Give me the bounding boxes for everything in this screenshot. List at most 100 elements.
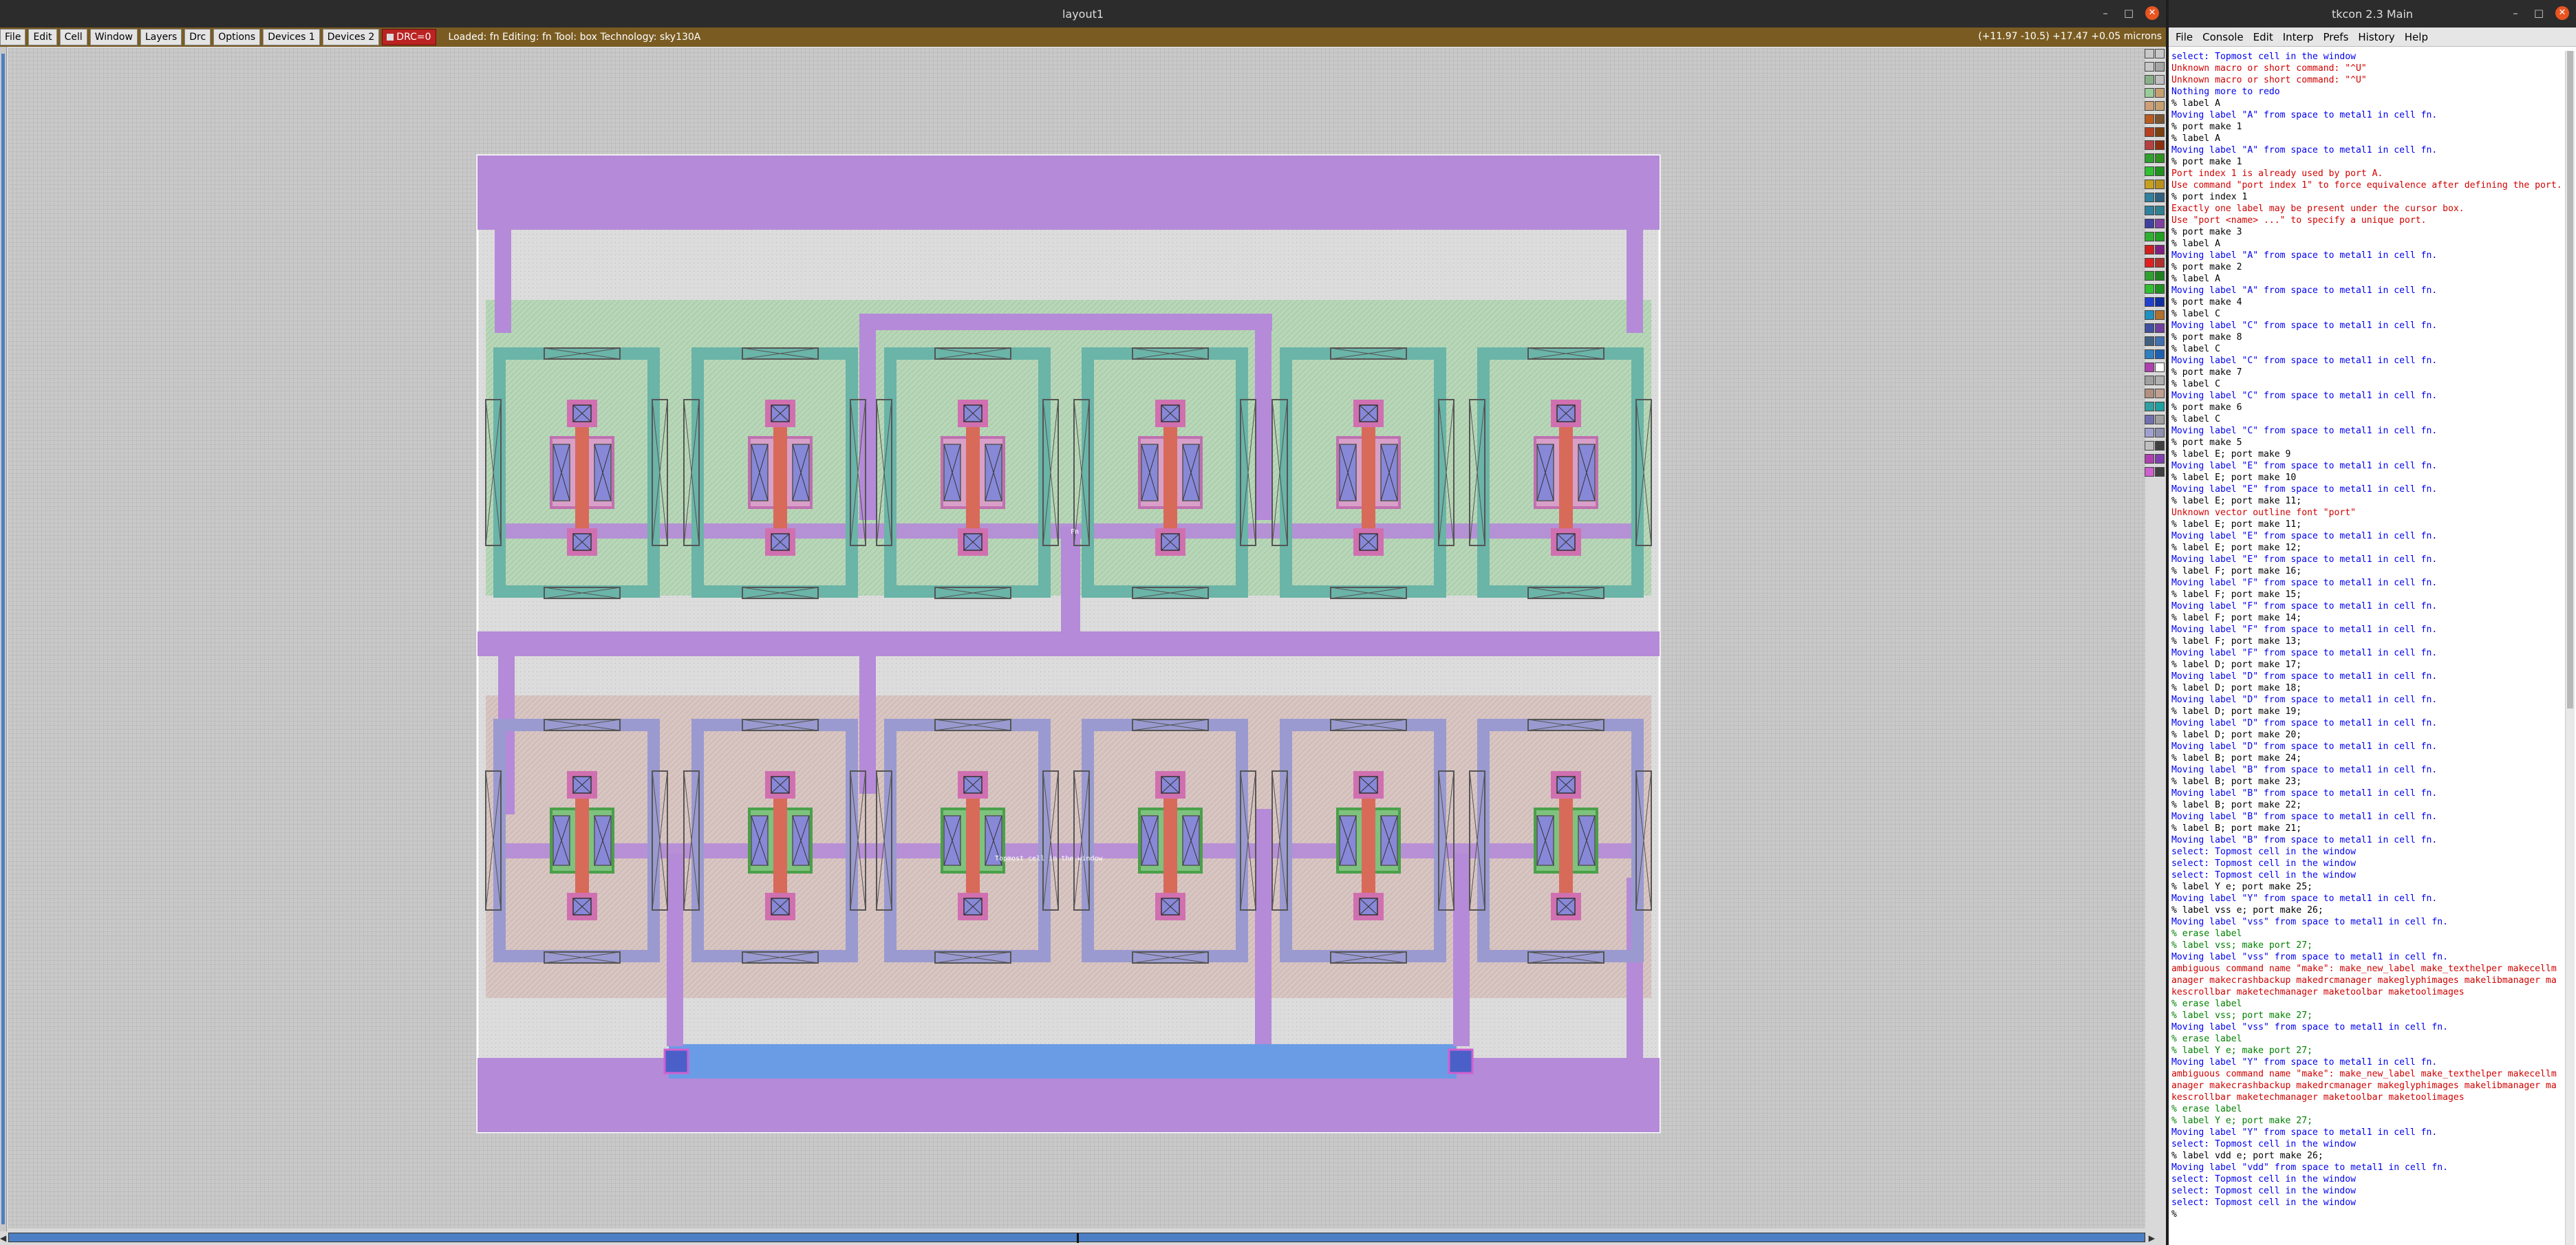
layer-swatch[interactable] [2155, 271, 2165, 281]
console-scrollbar[interactable] [2565, 51, 2575, 1245]
layer-swatch[interactable] [2145, 310, 2154, 320]
layer-swatch[interactable] [2145, 206, 2154, 215]
layer-swatch[interactable] [2145, 193, 2154, 202]
layer-swatch[interactable] [2145, 140, 2154, 150]
menu-window[interactable]: Window [89, 29, 138, 45]
layer-swatch[interactable] [2145, 75, 2154, 85]
layer-swatch[interactable] [2145, 271, 2154, 281]
layer-swatch[interactable] [2155, 140, 2165, 150]
layer-swatch[interactable] [2155, 127, 2165, 137]
layer-swatch[interactable] [2145, 441, 2154, 451]
layer-swatch[interactable] [2145, 454, 2154, 464]
layer-swatch[interactable] [2145, 428, 2154, 437]
drc-button[interactable]: DRC=0 [382, 29, 436, 45]
layer-swatch[interactable] [2155, 49, 2165, 58]
tkcon-menu-prefs[interactable]: Prefs [2323, 31, 2348, 43]
layer-swatch[interactable] [2145, 297, 2154, 307]
layer-swatch[interactable] [2145, 88, 2154, 98]
layer-swatch[interactable] [2155, 310, 2165, 320]
layer-swatch[interactable] [2155, 114, 2165, 124]
layer-swatch[interactable] [2155, 402, 2165, 411]
layer-swatch[interactable] [2155, 284, 2165, 294]
maximize-icon[interactable]: □ [2122, 6, 2136, 20]
layer-swatch[interactable] [2155, 101, 2165, 111]
minimize-icon[interactable]: – [2509, 6, 2522, 20]
menu-devices-1[interactable]: Devices 1 [263, 29, 320, 45]
menu-devices-2[interactable]: Devices 2 [322, 29, 380, 45]
tkcon-menu-console[interactable]: Console [2202, 31, 2244, 43]
layer-swatch[interactable] [2155, 206, 2165, 215]
layer-swatch[interactable] [2145, 323, 2154, 333]
layer-swatch[interactable] [2155, 75, 2165, 85]
layer-swatch[interactable] [2145, 258, 2154, 268]
layer-swatch[interactable] [2155, 245, 2165, 255]
close-icon[interactable]: ✕ [2145, 6, 2159, 20]
vertical-scrollbar[interactable] [0, 47, 7, 1231]
menu-file[interactable]: File [0, 29, 26, 45]
minimize-icon[interactable]: – [2099, 6, 2112, 20]
layer-swatch[interactable] [2145, 166, 2154, 176]
layer-swatch[interactable] [2145, 284, 2154, 294]
layer-swatch[interactable] [2155, 467, 2165, 477]
layer-swatch[interactable] [2155, 258, 2165, 268]
layer-swatch[interactable] [2145, 232, 2154, 241]
tkcon-menu-file[interactable]: File [2176, 31, 2193, 43]
layer-swatch[interactable] [2155, 323, 2165, 333]
layer-swatch[interactable] [2145, 349, 2154, 359]
layer-swatch[interactable] [2145, 49, 2154, 58]
layer-swatch[interactable] [2155, 193, 2165, 202]
layer-swatch[interactable] [2145, 62, 2154, 72]
layer-swatch[interactable] [2155, 88, 2165, 98]
scroll-right-icon[interactable]: ▶ [2149, 1233, 2155, 1243]
horizontal-scroll-thumb[interactable] [1077, 1233, 1079, 1243]
layer-swatch[interactable] [2155, 389, 2165, 398]
layer-swatch[interactable] [2145, 362, 2154, 372]
tkcon-menu-history[interactable]: History [2358, 31, 2394, 43]
layer-swatch[interactable] [2155, 219, 2165, 228]
layer-swatch[interactable] [2145, 336, 2154, 346]
menu-drc[interactable]: Drc [184, 29, 211, 45]
menu-layers[interactable]: Layers [140, 29, 182, 45]
vertical-scroll-thumb[interactable] [1, 54, 5, 1224]
layer-swatch[interactable] [2145, 127, 2154, 137]
menu-options[interactable]: Options [213, 29, 261, 45]
console-output[interactable]: select: Topmost cell in the window Unknow… [2171, 51, 2564, 1245]
layer-swatch[interactable] [2145, 467, 2154, 477]
layer-swatch[interactable] [2155, 349, 2165, 359]
layer-swatch[interactable] [2145, 415, 2154, 424]
tkcon-menu-edit[interactable]: Edit [2253, 31, 2273, 43]
layer-swatch[interactable] [2155, 362, 2165, 372]
layer-swatch[interactable] [2145, 402, 2154, 411]
tkcon-menu-interp[interactable]: Interp [2283, 31, 2314, 43]
layer-swatch[interactable] [2145, 180, 2154, 189]
scroll-left-icon[interactable]: ◀ [0, 1233, 6, 1243]
layer-swatch[interactable] [2155, 376, 2165, 385]
layer-swatch[interactable] [2145, 245, 2154, 255]
horizontal-scrollbar[interactable] [8, 1233, 2145, 1243]
close-icon[interactable]: ✕ [2555, 6, 2569, 20]
layer-swatch[interactable] [2155, 336, 2165, 346]
maximize-icon[interactable]: □ [2532, 6, 2546, 20]
layer-swatch[interactable] [2155, 454, 2165, 464]
layer-swatch[interactable] [2155, 428, 2165, 437]
layer-swatch[interactable] [2155, 166, 2165, 176]
layer-swatch[interactable] [2155, 441, 2165, 451]
layer-swatch[interactable] [2145, 101, 2154, 111]
layer-swatch[interactable] [2155, 415, 2165, 424]
console-line: % label C [2171, 344, 2220, 354]
layer-swatch[interactable] [2155, 232, 2165, 241]
layer-swatch[interactable] [2155, 62, 2165, 72]
tkcon-menu-help[interactable]: Help [2405, 31, 2428, 43]
layer-swatch[interactable] [2145, 153, 2154, 163]
menu-cell[interactable]: Cell [59, 29, 87, 45]
layer-swatch[interactable] [2155, 180, 2165, 189]
console-scroll-thumb[interactable] [2567, 51, 2573, 708]
layer-swatch[interactable] [2155, 297, 2165, 307]
layer-swatch[interactable] [2145, 389, 2154, 398]
layer-swatch[interactable] [2145, 114, 2154, 124]
layer-swatch[interactable] [2155, 153, 2165, 163]
layer-swatch[interactable] [2145, 219, 2154, 228]
layout-canvas[interactable]: Fn Topmost cell in the window [8, 48, 2145, 1228]
layer-swatch[interactable] [2145, 376, 2154, 385]
menu-edit[interactable]: Edit [28, 29, 57, 45]
